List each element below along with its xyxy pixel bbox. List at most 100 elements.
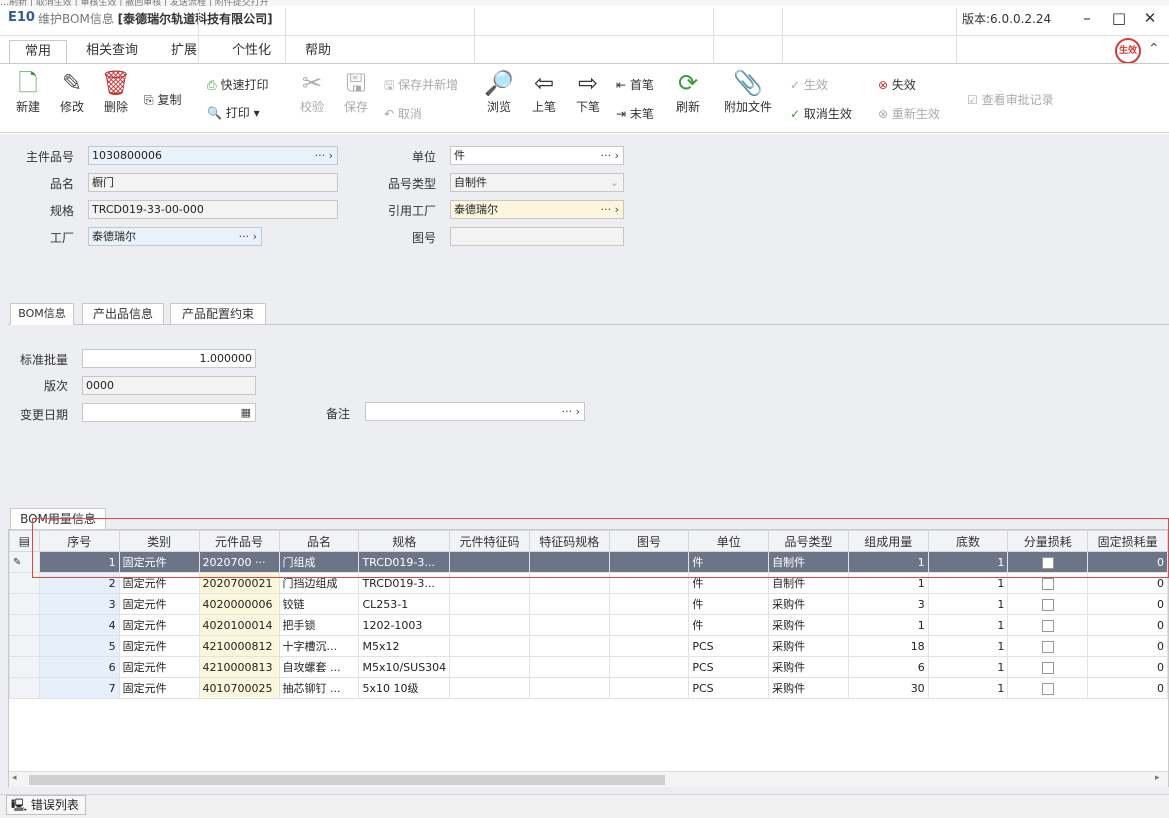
table-cell[interactable]: PCS — [688, 677, 770, 699]
table-cell[interactable]: 1 — [927, 635, 1009, 657]
table-cell[interactable] — [1007, 593, 1089, 615]
scroll-right-icon[interactable]: ▸ — [1155, 773, 1160, 783]
row-indicator[interactable] — [9, 656, 40, 678]
partial-loss-checkbox[interactable] — [1041, 598, 1054, 611]
table-cell[interactable]: 4210000813 — [198, 656, 280, 678]
delete-button[interactable]: 🗑 删除 — [100, 68, 132, 115]
table-cell[interactable] — [1007, 635, 1089, 657]
table-cell[interactable] — [608, 635, 690, 657]
table-cell[interactable]: 十字槽沉... — [278, 635, 360, 657]
close-button[interactable]: ✕ — [1139, 8, 1161, 28]
version-field[interactable]: 0000 — [82, 376, 256, 395]
table-cell[interactable]: 4 — [38, 614, 120, 636]
table-cell[interactable] — [449, 677, 530, 699]
table-cell[interactable]: 3 — [847, 593, 929, 615]
table-cell[interactable]: 5x10 10级 — [358, 677, 451, 699]
part-type-select[interactable]: 自制件 ⌄ — [450, 173, 624, 192]
table-cell[interactable]: 1 — [927, 614, 1009, 636]
remark-field[interactable]: ··· › — [365, 402, 585, 421]
table-cell[interactable]: 4010700025 — [198, 677, 280, 699]
table-cell[interactable] — [608, 593, 690, 615]
change-date-field[interactable]: ▦ — [82, 403, 256, 422]
row-indicator[interactable] — [9, 614, 40, 636]
table-cell[interactable]: 件 — [688, 593, 770, 615]
tab-config-constraint[interactable]: 产品配置约束 — [170, 303, 266, 325]
table-cell[interactable]: 0 — [1087, 614, 1168, 636]
new-button[interactable]: 🗋 新建 — [12, 68, 44, 115]
lookup-icon[interactable]: ··· › — [562, 403, 580, 420]
table-cell[interactable] — [1007, 656, 1089, 678]
maximize-button[interactable]: □ — [1108, 8, 1130, 28]
tab-related-query[interactable]: 相关查询 — [76, 40, 148, 64]
table-cell[interactable]: 3 — [38, 593, 120, 615]
table-cell[interactable] — [608, 656, 690, 678]
table-cell[interactable]: 固定元件 — [118, 635, 200, 657]
table-cell[interactable]: M5x10/SUS304 — [358, 656, 451, 678]
table-cell[interactable]: 7 — [38, 677, 120, 699]
save-button[interactable]: 🖫 保存 — [340, 68, 372, 115]
first-button[interactable]: ⇤ 首笔 — [616, 76, 654, 93]
table-cell[interactable]: 1 — [847, 614, 929, 636]
table-cell[interactable]: PCS — [688, 656, 770, 678]
table-cell[interactable]: 0 — [1087, 593, 1168, 615]
factory-field[interactable]: 泰德瑞尔 ··· › — [88, 227, 262, 246]
tab-bom-info[interactable]: BOM信息 — [10, 303, 74, 325]
table-cell[interactable]: 采购件 — [768, 614, 849, 636]
browse-button[interactable]: 🔎 浏览 — [482, 68, 516, 115]
table-cell[interactable]: 30 — [847, 677, 929, 699]
table-cell[interactable] — [449, 635, 530, 657]
table-cell[interactable] — [528, 593, 610, 615]
lookup-icon[interactable]: ··· › — [239, 228, 257, 245]
table-cell[interactable]: PCS — [688, 635, 770, 657]
table-cell[interactable]: 0 — [1087, 635, 1168, 657]
scrollbar-thumb[interactable] — [29, 775, 665, 785]
horizontal-scrollbar[interactable]: ◂ ▸ — [9, 771, 1168, 787]
table-cell[interactable] — [1007, 614, 1089, 636]
effective-button[interactable]: ✓ 生效 — [790, 76, 828, 93]
table-cell[interactable]: 抽芯铆钉 ... — [278, 677, 360, 699]
table-cell[interactable] — [449, 614, 530, 636]
edit-button[interactable]: ✎ 修改 — [56, 68, 88, 115]
scroll-left-icon[interactable]: ◂ — [12, 773, 17, 783]
copy-button[interactable]: ⎘ 复制 — [144, 91, 181, 108]
table-cell[interactable] — [608, 614, 690, 636]
table-cell[interactable]: 采购件 — [768, 635, 849, 657]
table-cell[interactable]: 自攻螺套 ... — [278, 656, 360, 678]
error-list-button[interactable]: 🖳 错误列表 — [6, 795, 86, 815]
attach-button[interactable]: 📎 附加文件 — [720, 68, 776, 115]
table-cell[interactable]: 18 — [847, 635, 929, 657]
table-cell[interactable] — [528, 635, 610, 657]
table-cell[interactable]: 固定元件 — [118, 656, 200, 678]
name-field[interactable]: 橱门 — [88, 173, 338, 192]
table-cell[interactable]: 铰链 — [278, 593, 360, 615]
partial-loss-checkbox[interactable] — [1041, 619, 1054, 632]
table-cell[interactable]: 6 — [847, 656, 929, 678]
table-cell[interactable]: 4020100014 — [198, 614, 280, 636]
table-row[interactable]: 7 固定元件 4010700025 抽芯铆钉 ... 5x10 10级 PCS 采购件 30 1… — [9, 677, 1168, 699]
table-cell[interactable]: 固定元件 — [118, 593, 200, 615]
lookup-icon[interactable]: ··· › — [315, 147, 333, 164]
table-cell[interactable]: 4020000006 — [198, 593, 280, 615]
partial-loss-checkbox[interactable] — [1041, 577, 1054, 590]
invalid-button[interactable]: ⊗ 失效 — [878, 76, 916, 93]
ref-factory-field[interactable]: 泰德瑞尔 ··· › — [450, 200, 624, 219]
tab-extend[interactable]: 扩展 — [161, 40, 207, 64]
table-cell[interactable] — [1007, 677, 1089, 699]
table-cell[interactable] — [528, 614, 610, 636]
table-cell[interactable] — [608, 677, 690, 699]
approval-log-button[interactable]: ☑ 查看审批记录 — [967, 91, 1054, 108]
table-cell[interactable]: 6 — [38, 656, 120, 678]
cancel-button[interactable]: ↶ 取消 — [384, 105, 422, 122]
tab-personalize[interactable]: 个性化 — [222, 40, 281, 64]
table-cell[interactable] — [449, 656, 530, 678]
table-cell[interactable]: 采购件 — [768, 677, 849, 699]
re-effective-button[interactable]: ⊗ 重新生效 — [878, 105, 940, 122]
table-cell[interactable]: 件 — [688, 614, 770, 636]
table-row[interactable]: 4 固定元件 4020100014 把手锁 1202-1003 件采购件 1 1 0 — [9, 614, 1168, 636]
lookup-icon[interactable]: ··· › — [601, 201, 619, 218]
table-cell[interactable]: CL253-1 — [358, 593, 451, 615]
table-cell[interactable]: 5 — [38, 635, 120, 657]
calendar-icon[interactable]: ▦ — [241, 404, 251, 421]
batch-field[interactable]: 1.000000 — [82, 349, 256, 368]
partial-loss-checkbox[interactable] — [1041, 682, 1054, 695]
